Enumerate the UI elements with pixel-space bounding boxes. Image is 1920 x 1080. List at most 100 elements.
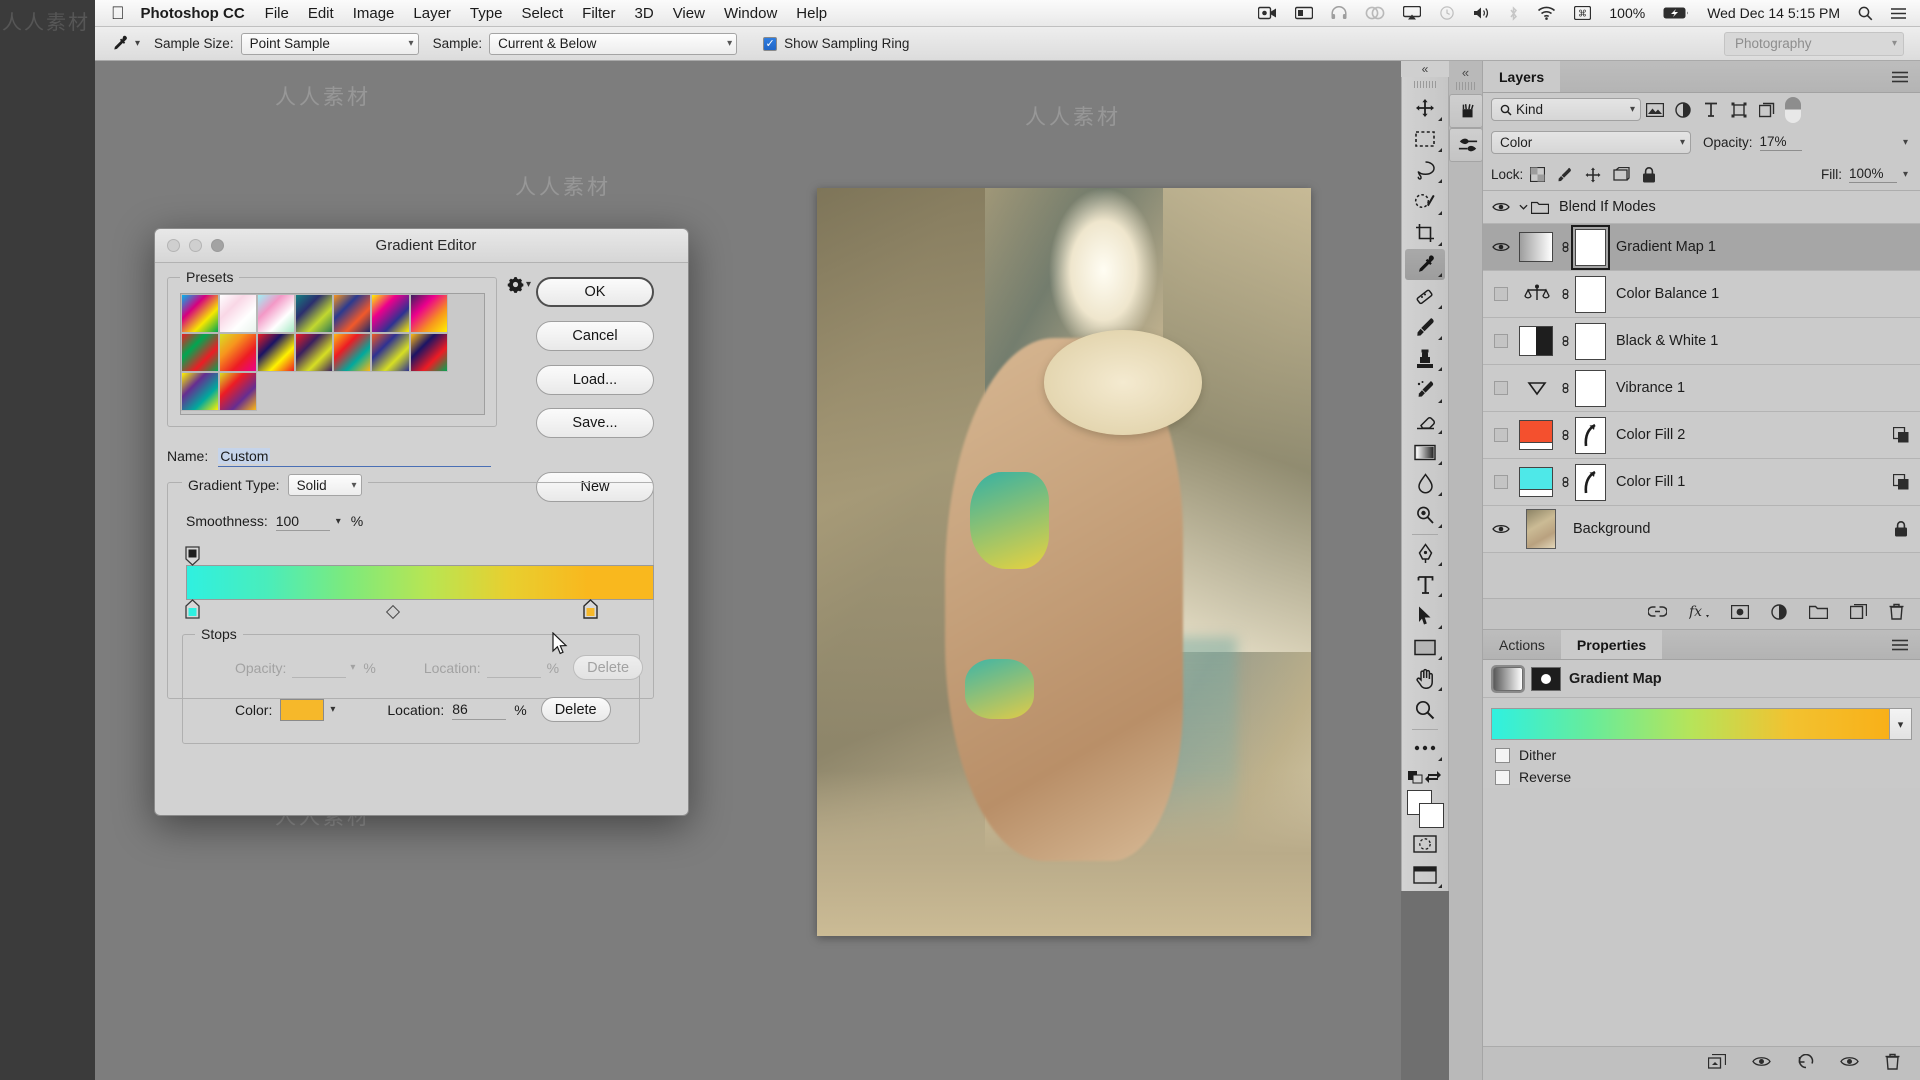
color-fill-thumbnail[interactable] — [1519, 467, 1555, 497]
layer-visibility-toggle[interactable] — [1483, 475, 1519, 489]
crop-tool[interactable] — [1405, 218, 1445, 249]
zoom-button[interactable] — [211, 239, 224, 252]
opacity-delete-button[interactable]: Delete — [573, 655, 643, 680]
quick-mask-icon[interactable] — [1405, 828, 1445, 859]
preset-swatch[interactable] — [295, 294, 334, 333]
headphones-icon[interactable] — [1331, 6, 1347, 20]
preset-swatch[interactable] — [257, 333, 296, 372]
chevron-down-icon[interactable]: ▾ — [336, 516, 341, 527]
lock-transparency-icon[interactable] — [1523, 167, 1551, 182]
preset-swatch[interactable] — [219, 294, 258, 333]
dialog-titlebar[interactable]: Gradient Editor — [155, 229, 688, 263]
close-button[interactable] — [167, 239, 180, 252]
color-swatches[interactable] — [1405, 789, 1445, 829]
layer-mask-thumbnail[interactable] — [1575, 369, 1606, 407]
volume-icon[interactable] — [1473, 6, 1490, 20]
opacity-stop-0[interactable] — [185, 546, 200, 569]
new-adjustment-layer-icon[interactable] — [1771, 603, 1787, 625]
smart-object-filter-icon[interactable] — [1753, 102, 1781, 118]
layer-row-vibrance-1[interactable]: Vibrance 1 — [1483, 365, 1920, 412]
creative-cloud-icon[interactable] — [1365, 6, 1385, 20]
adjustment-layers-filter-icon[interactable] — [1669, 101, 1697, 118]
chevron-down-icon[interactable]: ▾ — [330, 704, 335, 715]
notification-center-icon[interactable] — [1891, 7, 1906, 20]
wifi-icon[interactable] — [1537, 6, 1556, 20]
new-layer-icon[interactable] — [1849, 603, 1868, 624]
chevron-down-icon[interactable]: ▾ — [1889, 709, 1911, 739]
default-colors-and-swap[interactable] — [1405, 764, 1445, 788]
ok-button[interactable]: OK — [536, 277, 654, 307]
lock-position-icon[interactable] — [1579, 167, 1607, 183]
rectangle-tool[interactable] — [1405, 632, 1445, 663]
mask-properties-icon[interactable] — [1531, 666, 1561, 691]
pixel-layers-filter-icon[interactable] — [1641, 102, 1669, 117]
menu-item-type[interactable]: Type — [470, 5, 503, 22]
chevron-down-icon[interactable]: ▾ — [1903, 169, 1912, 180]
rail-collapse-button[interactable]: « — [1449, 61, 1482, 80]
preset-swatch[interactable] — [333, 294, 372, 333]
new-group-icon[interactable] — [1808, 605, 1829, 624]
preset-swatch[interactable] — [219, 372, 258, 411]
gradient-editor-dialog[interactable]: Gradient Editor Presets ▾ OK Cancel Load… — [154, 228, 689, 816]
layer-mask-link-icon[interactable] — [1555, 286, 1575, 302]
toolbar-drag-handle[interactable] — [1414, 81, 1436, 89]
preset-swatch[interactable] — [371, 294, 410, 333]
color-stop-0[interactable] — [185, 599, 200, 622]
clip-to-layer-icon[interactable] — [1707, 1053, 1727, 1074]
show-sampling-ring-checkbox[interactable]: ✓ Show Sampling Ring — [763, 36, 909, 51]
eyedropper-tool[interactable] — [1405, 248, 1445, 281]
menu-item-view[interactable]: View — [673, 5, 705, 22]
delete-layer-icon[interactable] — [1889, 603, 1904, 625]
layer-mask-thumbnail[interactable] — [1575, 416, 1606, 454]
preset-swatch[interactable] — [257, 294, 296, 333]
panel-menu-icon[interactable] — [1880, 61, 1920, 92]
quick-selection-tool[interactable] — [1405, 186, 1445, 217]
presets-swatch-list[interactable] — [180, 293, 485, 415]
reverse-checkbox[interactable]: Reverse — [1483, 766, 1920, 788]
menu-item-3d[interactable]: 3D — [635, 5, 654, 22]
search-icon[interactable] — [1858, 6, 1873, 21]
tool-preset-chevron-icon[interactable]: ▾ — [135, 38, 140, 49]
menu-item-filter[interactable]: Filter — [582, 5, 615, 22]
screen-mode-icon[interactable] — [1405, 860, 1445, 891]
layer-row-gradient-map-1[interactable]: Gradient Map 1 — [1483, 224, 1920, 271]
link-layers-icon[interactable] — [1647, 605, 1668, 623]
opacity-value[interactable]: 17% — [1759, 134, 1802, 151]
gradient-name-input[interactable]: Custom — [218, 445, 492, 467]
preset-swatch[interactable] — [181, 333, 220, 372]
gear-icon[interactable]: ▾ — [507, 276, 531, 293]
rectangular-marquee-tool[interactable] — [1405, 124, 1445, 155]
chevron-down-icon[interactable]: ▾ — [1903, 137, 1912, 148]
bluetooth-icon[interactable] — [1508, 5, 1519, 21]
layer-mask-link-icon[interactable] — [1555, 427, 1575, 443]
layer-visibility-toggle[interactable] — [1483, 201, 1519, 213]
menu-item-layer[interactable]: Layer — [413, 5, 451, 22]
lock-all-icon[interactable] — [1635, 166, 1663, 183]
preset-swatch[interactable] — [295, 333, 334, 372]
panel-menu-icon[interactable] — [1880, 630, 1920, 659]
reset-icon[interactable] — [1797, 1053, 1814, 1074]
preset-swatch[interactable] — [409, 333, 448, 372]
layer-mask-link-icon[interactable] — [1555, 380, 1575, 396]
blur-tool[interactable] — [1405, 468, 1445, 499]
battery-charging-icon[interactable] — [1663, 6, 1689, 20]
gradient-map-preview-field[interactable]: ▾ — [1491, 708, 1912, 740]
brush-settings-panel-icon[interactable] — [1449, 128, 1483, 162]
menu-item-select[interactable]: Select — [521, 5, 563, 22]
layer-mask-thumbnail[interactable] — [1575, 322, 1606, 360]
color-location-input[interactable]: 86 — [452, 700, 507, 720]
type-tool[interactable] — [1405, 569, 1445, 600]
color-stop-swatch[interactable] — [280, 698, 325, 721]
filter-enable-toggle[interactable] — [1785, 96, 1801, 123]
menu-item-file[interactable]: File — [265, 5, 289, 22]
minimize-button[interactable] — [189, 239, 202, 252]
airplay-icon[interactable] — [1403, 6, 1422, 20]
layer-mask-link-icon[interactable] — [1555, 474, 1575, 490]
layer-visibility-toggle[interactable] — [1483, 241, 1519, 253]
delete-adjustment-icon[interactable] — [1885, 1053, 1900, 1075]
background-thumbnail[interactable] — [1519, 509, 1563, 549]
lock-image-icon[interactable] — [1551, 167, 1579, 183]
preset-swatch[interactable] — [371, 333, 410, 372]
rail-drag-handle[interactable] — [1455, 82, 1476, 90]
eraser-tool[interactable] — [1405, 406, 1445, 437]
